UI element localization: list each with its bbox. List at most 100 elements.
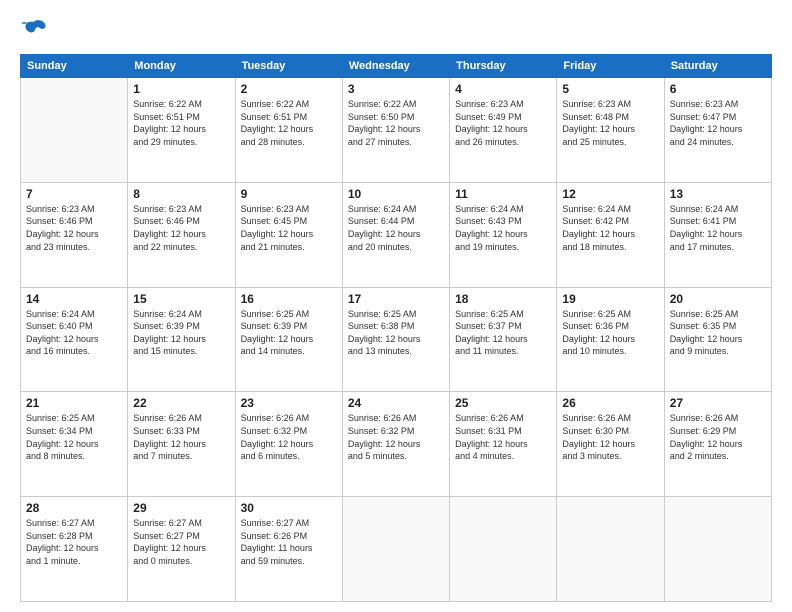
calendar-day-cell: 3 Sunrise: 6:22 AM Sunset: 6:50 PM Daylig… — [342, 78, 449, 183]
day-info: Sunrise: 6:26 AM Sunset: 6:33 PM Dayligh… — [133, 412, 229, 462]
calendar-day-cell: 7 Sunrise: 6:23 AM Sunset: 6:46 PM Daylig… — [21, 182, 128, 287]
day-number: 21 — [26, 396, 122, 410]
day-info: Sunrise: 6:22 AM Sunset: 6:51 PM Dayligh… — [241, 98, 337, 148]
calendar-week-row: 28 Sunrise: 6:27 AM Sunset: 6:28 PM Dayli… — [21, 497, 772, 602]
weekday-row: SundayMondayTuesdayWednesdayThursdayFrid… — [21, 55, 772, 78]
calendar-day-cell: 20Sunrise: 6:25 AM Sunset: 6:35 PM Dayli… — [664, 287, 771, 392]
day-number: 10 — [348, 187, 444, 201]
calendar-day-cell: 21 Sunrise: 6:25 AM Sunset: 6:34 PM Dayli… — [21, 392, 128, 497]
day-info: Sunrise: 6:23 AM Sunset: 6:49 PM Dayligh… — [455, 98, 551, 148]
day-number: 13 — [670, 187, 766, 201]
day-info: Sunrise: 6:23 AM Sunset: 6:46 PM Dayligh… — [26, 203, 122, 253]
calendar-day-cell: 8Sunrise: 6:23 AM Sunset: 6:46 PM Daylig… — [128, 182, 235, 287]
day-number: 11 — [455, 187, 551, 201]
weekday-header: Sunday — [21, 55, 128, 78]
day-number: 7 — [26, 187, 122, 201]
day-number: 25 — [455, 396, 551, 410]
day-info: Sunrise: 6:23 AM Sunset: 6:45 PM Dayligh… — [241, 203, 337, 253]
day-info: Sunrise: 6:24 AM Sunset: 6:44 PM Dayligh… — [348, 203, 444, 253]
day-number: 22 — [133, 396, 229, 410]
day-info: Sunrise: 6:27 AM Sunset: 6:28 PM Dayligh… — [26, 517, 122, 567]
header — [20, 16, 772, 44]
day-number: 28 — [26, 501, 122, 515]
day-number: 14 — [26, 292, 122, 306]
calendar-day-cell: 10 Sunrise: 6:24 AM Sunset: 6:44 PM Dayli… — [342, 182, 449, 287]
calendar-week-row: 21 Sunrise: 6:25 AM Sunset: 6:34 PM Dayli… — [21, 392, 772, 497]
calendar-day-cell: 13Sunrise: 6:24 AM Sunset: 6:41 PM Dayli… — [664, 182, 771, 287]
page: SundayMondayTuesdayWednesdayThursdayFrid… — [0, 0, 792, 612]
day-info: Sunrise: 6:25 AM Sunset: 6:34 PM Dayligh… — [26, 412, 122, 462]
day-number: 1 — [133, 82, 229, 96]
day-info: Sunrise: 6:25 AM Sunset: 6:39 PM Dayligh… — [241, 308, 337, 358]
logo-bird-icon — [20, 16, 48, 44]
calendar-day-cell: 2 Sunrise: 6:22 AM Sunset: 6:51 PM Daylig… — [235, 78, 342, 183]
day-number: 17 — [348, 292, 444, 306]
weekday-header: Tuesday — [235, 55, 342, 78]
calendar-day-cell: 1 Sunrise: 6:22 AM Sunset: 6:51 PM Daylig… — [128, 78, 235, 183]
weekday-header: Wednesday — [342, 55, 449, 78]
day-info: Sunrise: 6:23 AM Sunset: 6:47 PM Dayligh… — [670, 98, 766, 148]
day-number: 19 — [562, 292, 658, 306]
calendar-day-cell — [664, 497, 771, 602]
day-number: 23 — [241, 396, 337, 410]
logo — [20, 16, 52, 44]
day-info: Sunrise: 6:26 AM Sunset: 6:32 PM Dayligh… — [348, 412, 444, 462]
day-info: Sunrise: 6:26 AM Sunset: 6:29 PM Dayligh… — [670, 412, 766, 462]
day-number: 9 — [241, 187, 337, 201]
calendar-week-row: 14 Sunrise: 6:24 AM Sunset: 6:40 PM Dayli… — [21, 287, 772, 392]
day-info: Sunrise: 6:24 AM Sunset: 6:43 PM Dayligh… — [455, 203, 551, 253]
calendar-body: 1 Sunrise: 6:22 AM Sunset: 6:51 PM Daylig… — [21, 78, 772, 602]
day-info: Sunrise: 6:25 AM Sunset: 6:36 PM Dayligh… — [562, 308, 658, 358]
day-number: 24 — [348, 396, 444, 410]
day-number: 8 — [133, 187, 229, 201]
calendar-day-cell: 24 Sunrise: 6:26 AM Sunset: 6:32 PM Dayli… — [342, 392, 449, 497]
day-number: 30 — [241, 501, 337, 515]
day-number: 18 — [455, 292, 551, 306]
calendar-day-cell: 29Sunrise: 6:27 AM Sunset: 6:27 PM Dayli… — [128, 497, 235, 602]
calendar-day-cell: 18 Sunrise: 6:25 AM Sunset: 6:37 PM Dayli… — [450, 287, 557, 392]
day-number: 12 — [562, 187, 658, 201]
day-number: 3 — [348, 82, 444, 96]
calendar-day-cell: 30 Sunrise: 6:27 AM Sunset: 6:26 PM Dayli… — [235, 497, 342, 602]
day-number: 29 — [133, 501, 229, 515]
day-info: Sunrise: 6:22 AM Sunset: 6:51 PM Dayligh… — [133, 98, 229, 148]
day-number: 27 — [670, 396, 766, 410]
day-info: Sunrise: 6:25 AM Sunset: 6:35 PM Dayligh… — [670, 308, 766, 358]
calendar-day-cell: 14 Sunrise: 6:24 AM Sunset: 6:40 PM Dayli… — [21, 287, 128, 392]
calendar-day-cell — [557, 497, 664, 602]
day-info: Sunrise: 6:23 AM Sunset: 6:48 PM Dayligh… — [562, 98, 658, 148]
calendar-day-cell: 23 Sunrise: 6:26 AM Sunset: 6:32 PM Dayli… — [235, 392, 342, 497]
calendar-day-cell: 26Sunrise: 6:26 AM Sunset: 6:30 PM Dayli… — [557, 392, 664, 497]
calendar-day-cell: 25 Sunrise: 6:26 AM Sunset: 6:31 PM Dayli… — [450, 392, 557, 497]
calendar-week-row: 7 Sunrise: 6:23 AM Sunset: 6:46 PM Daylig… — [21, 182, 772, 287]
weekday-header: Thursday — [450, 55, 557, 78]
weekday-header: Saturday — [664, 55, 771, 78]
calendar-day-cell — [342, 497, 449, 602]
calendar-day-cell: 28 Sunrise: 6:27 AM Sunset: 6:28 PM Dayli… — [21, 497, 128, 602]
day-info: Sunrise: 6:26 AM Sunset: 6:30 PM Dayligh… — [562, 412, 658, 462]
calendar-day-cell: 19 Sunrise: 6:25 AM Sunset: 6:36 PM Dayli… — [557, 287, 664, 392]
day-info: Sunrise: 6:26 AM Sunset: 6:32 PM Dayligh… — [241, 412, 337, 462]
calendar-day-cell: 22 Sunrise: 6:26 AM Sunset: 6:33 PM Dayli… — [128, 392, 235, 497]
calendar-day-cell: 27 Sunrise: 6:26 AM Sunset: 6:29 PM Dayli… — [664, 392, 771, 497]
day-info: Sunrise: 6:24 AM Sunset: 6:39 PM Dayligh… — [133, 308, 229, 358]
calendar-day-cell — [450, 497, 557, 602]
day-info: Sunrise: 6:22 AM Sunset: 6:50 PM Dayligh… — [348, 98, 444, 148]
day-info: Sunrise: 6:24 AM Sunset: 6:42 PM Dayligh… — [562, 203, 658, 253]
calendar-day-cell: 17Sunrise: 6:25 AM Sunset: 6:38 PM Dayli… — [342, 287, 449, 392]
day-info: Sunrise: 6:27 AM Sunset: 6:26 PM Dayligh… — [241, 517, 337, 567]
calendar-day-cell — [21, 78, 128, 183]
day-number: 5 — [562, 82, 658, 96]
day-number: 4 — [455, 82, 551, 96]
day-info: Sunrise: 6:24 AM Sunset: 6:40 PM Dayligh… — [26, 308, 122, 358]
day-number: 2 — [241, 82, 337, 96]
day-info: Sunrise: 6:26 AM Sunset: 6:31 PM Dayligh… — [455, 412, 551, 462]
day-number: 15 — [133, 292, 229, 306]
calendar-week-row: 1 Sunrise: 6:22 AM Sunset: 6:51 PM Daylig… — [21, 78, 772, 183]
calendar-day-cell: 16Sunrise: 6:25 AM Sunset: 6:39 PM Dayli… — [235, 287, 342, 392]
day-number: 6 — [670, 82, 766, 96]
calendar-day-cell: 9 Sunrise: 6:23 AM Sunset: 6:45 PM Daylig… — [235, 182, 342, 287]
calendar-day-cell: 15 Sunrise: 6:24 AM Sunset: 6:39 PM Dayli… — [128, 287, 235, 392]
calendar-day-cell: 12 Sunrise: 6:24 AM Sunset: 6:42 PM Dayli… — [557, 182, 664, 287]
day-info: Sunrise: 6:25 AM Sunset: 6:37 PM Dayligh… — [455, 308, 551, 358]
